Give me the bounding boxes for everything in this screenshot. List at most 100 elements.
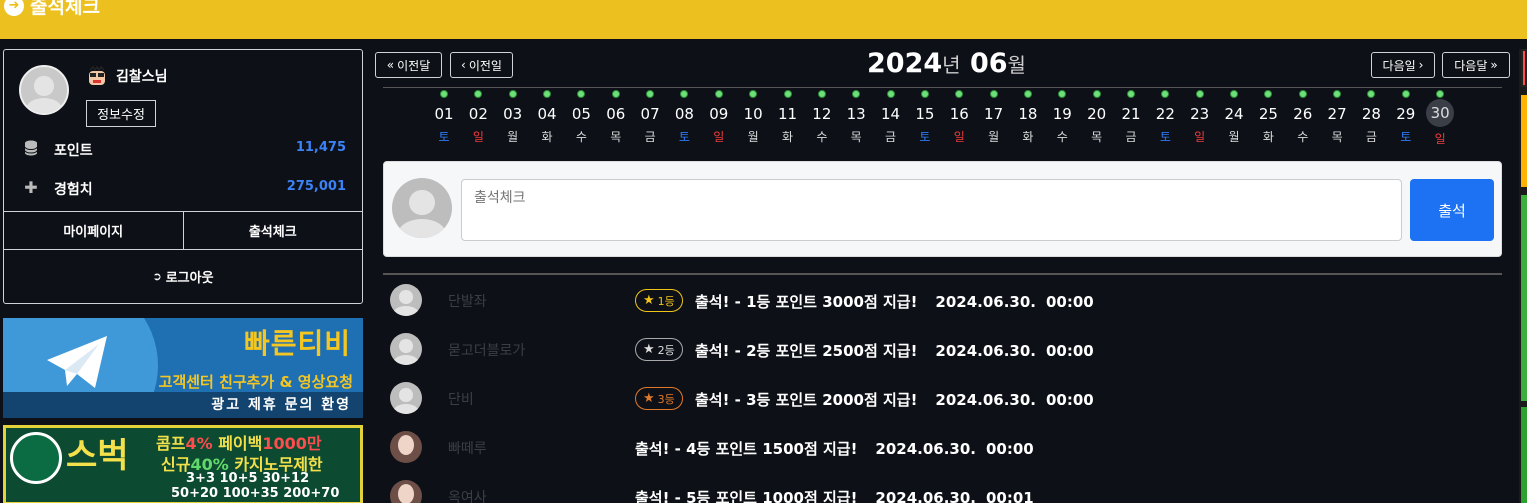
day-20[interactable]: 20 목 — [1082, 90, 1112, 145]
attendance-dot-icon — [920, 90, 929, 98]
attendance-dot-icon — [955, 90, 964, 98]
starbucks-banner[interactable]: 스벅 콤프4% 페이백1000만 신규40% 카지노무제한 3+3 10+5 3… — [3, 425, 363, 503]
weekday-label: 금 — [644, 130, 656, 144]
day-number: 25 — [1258, 105, 1278, 123]
edit-profile-button[interactable]: 정보수정 — [86, 100, 156, 127]
day-05[interactable]: 05 수 — [566, 90, 596, 145]
avatar[interactable] — [390, 480, 422, 503]
day-15[interactable]: 15 토 — [910, 90, 940, 145]
avatar[interactable] — [390, 333, 422, 365]
weekday-label: 목 — [850, 130, 862, 144]
day-02[interactable]: 02 일 — [463, 90, 493, 145]
day-23[interactable]: 23 일 — [1185, 90, 1215, 145]
side-ad — [1521, 195, 1527, 401]
entry-message: 출석! - 3등 포인트 2000점 지급! 2024.06.30. 00:00 — [695, 391, 1094, 409]
avatar[interactable] — [390, 431, 422, 463]
weekday-label: 토 — [919, 130, 931, 144]
day-28[interactable]: 28 금 — [1356, 90, 1386, 145]
attendance-dot-icon — [1127, 90, 1135, 98]
attendance-dot-icon — [543, 90, 552, 98]
weekday-label: 목 — [1331, 130, 1343, 144]
entry-username[interactable]: 단비 — [448, 389, 474, 409]
attendance-dot-icon — [1298, 90, 1307, 98]
weekday-label: 화 — [1262, 130, 1274, 144]
day-10[interactable]: 10 월 — [738, 90, 768, 145]
entry-message: 출석! - 1등 포인트 3000점 지급! 2024.06.30. 00:00 — [695, 293, 1094, 311]
star-icon: ★ — [643, 342, 655, 357]
day-number: 19 — [1052, 105, 1072, 123]
day-number: 24 — [1224, 105, 1244, 123]
prev-month-button[interactable]: «이전달 — [375, 52, 442, 78]
attendance-dot-icon — [577, 90, 586, 98]
day-18[interactable]: 18 화 — [1013, 90, 1043, 145]
day-19[interactable]: 19 수 — [1047, 90, 1077, 145]
day-21[interactable]: 21 금 — [1116, 90, 1146, 145]
avatar[interactable] — [390, 284, 422, 316]
day-30[interactable]: 30 일 — [1425, 90, 1455, 147]
list-item: 단발좌 ★ 1등 출석! - 1등 포인트 3000점 지급! 2024.06.30. 0… — [383, 279, 1502, 319]
entry-username[interactable]: 옥여사 — [448, 487, 487, 503]
day-number: 16 — [949, 105, 969, 123]
day-24[interactable]: 24 월 — [1219, 90, 1249, 145]
day-29[interactable]: 29 토 — [1391, 90, 1421, 145]
weekday-label: 금 — [885, 130, 897, 144]
day-08[interactable]: 08 토 — [669, 90, 699, 145]
weekday-label: 일 — [1194, 130, 1206, 144]
entry-message: 출석! - 5등 포인트 1000점 지급! 2024.06.30. 00:01 — [635, 489, 1034, 503]
attendance-dot-icon — [1367, 90, 1376, 98]
day-03[interactable]: 03 월 — [498, 90, 528, 145]
next-day-button[interactable]: 다음일 › — [1371, 52, 1435, 78]
weekday-label: 일 — [472, 130, 484, 144]
side-ad — [1521, 407, 1527, 503]
day-number: 10 — [743, 105, 763, 123]
day-number: 28 — [1361, 105, 1381, 123]
prev-day-button[interactable]: ‹ 이전일 — [450, 52, 513, 78]
checkin-input[interactable] — [461, 179, 1402, 241]
attendance-dot-icon — [1195, 90, 1204, 98]
banner-line: 광고 제휴 문의 환영 — [3, 392, 363, 418]
day-17[interactable]: 17 월 — [979, 90, 1009, 145]
day-16[interactable]: 16 일 — [944, 90, 974, 145]
entry-username[interactable]: 단발좌 — [448, 291, 487, 311]
day-01[interactable]: 01 토 — [429, 90, 459, 145]
weekday-label: 금 — [1125, 130, 1137, 144]
double-chevron-left-icon: « — [386, 58, 395, 72]
day-25[interactable]: 25 화 — [1253, 90, 1283, 145]
weekday-label: 화 — [781, 130, 794, 144]
checkin-menu-button[interactable]: 출석체크 — [184, 212, 363, 249]
checkin-submit-button[interactable]: 출석 — [1410, 179, 1494, 241]
day-number: 26 — [1293, 105, 1313, 123]
banner-line: 50+20 100+35 200+70 — [171, 486, 340, 501]
day-07[interactable]: 07 금 — [635, 90, 665, 145]
username[interactable]: 김찰스님 — [116, 66, 168, 86]
weekday-label: 금 — [1365, 130, 1377, 144]
star-icon: ★ — [643, 391, 655, 406]
mypage-button[interactable]: 마이페이지 — [4, 212, 184, 249]
day-26[interactable]: 26 수 — [1288, 90, 1318, 145]
day-09[interactable]: 09 일 — [704, 90, 734, 145]
day-27[interactable]: 27 목 — [1322, 90, 1352, 145]
entry-username[interactable]: 묻고더블로가 — [448, 340, 525, 360]
next-month-button[interactable]: 다음달» — [1442, 52, 1510, 78]
list-item: 단비 ★ 3등 출석! - 3등 포인트 2000점 지급! 2024.06.30. 00… — [383, 377, 1502, 417]
day-04[interactable]: 04 화 — [532, 90, 562, 145]
weekday-label: 일 — [1434, 132, 1446, 146]
points-value[interactable]: 11,475 — [296, 140, 346, 155]
weekday-label: 수 — [1056, 130, 1068, 144]
day-14[interactable]: 14 금 — [876, 90, 906, 145]
day-06[interactable]: 06 목 — [601, 90, 631, 145]
day-11[interactable]: 11 화 — [773, 90, 803, 145]
rank-badge: ★ 2등 — [635, 338, 683, 361]
banner-brand: 빠른티비 — [243, 327, 351, 360]
day-number: 03 — [503, 105, 523, 123]
attendance-dot-icon — [852, 90, 861, 98]
logout-button[interactable]: ➲ 로그아웃 — [4, 250, 362, 302]
day-13[interactable]: 13 목 — [841, 90, 871, 145]
exp-row: ✚ 경험치 275,001 — [4, 175, 362, 203]
entry-username[interactable]: 빠떼루 — [448, 438, 487, 458]
day-12[interactable]: 12 수 — [807, 90, 837, 145]
attendance-dot-icon — [1092, 90, 1101, 98]
telegram-banner[interactable]: 빠른티비 고객센터 친구추가 & 영상요청 광고 제휴 문의 환영 — [3, 318, 363, 418]
avatar[interactable] — [390, 382, 422, 414]
day-22[interactable]: 22 토 — [1150, 90, 1180, 145]
